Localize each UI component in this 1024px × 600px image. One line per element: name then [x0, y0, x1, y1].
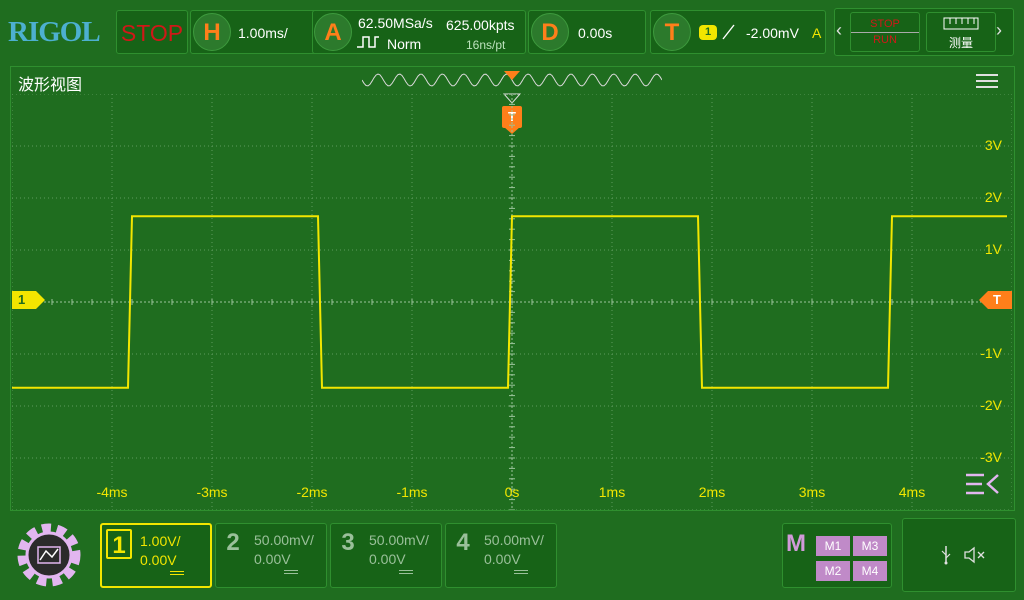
acquire-sample-interval: 16ns/pt	[466, 38, 506, 52]
channel-offset: 0.00V	[369, 551, 406, 567]
trigger-rising-edge-icon	[722, 24, 735, 40]
dc-coupling-icon	[514, 570, 528, 576]
channel-number: 1	[106, 529, 132, 559]
channel-offset: 0.00V	[484, 551, 521, 567]
x-tick-label: -4ms	[96, 484, 128, 500]
horizontal-key[interactable]: H	[193, 13, 231, 51]
x-tick-label: 2ms	[698, 484, 726, 500]
rigol-logo: RIGOL	[8, 16, 101, 48]
channel-scale: 50.00mV/	[484, 532, 544, 548]
trigger-sweep: A	[812, 25, 822, 41]
ch1-offset-marker[interactable]: 1	[12, 291, 46, 309]
y-tick-label: -2V	[980, 397, 1002, 413]
channel-2-box[interactable]: 2 50.00mV/0.00V	[215, 523, 327, 588]
channel-scale: 50.00mV/	[254, 532, 314, 548]
horizontal-scale: 1.00ms/	[238, 25, 288, 41]
menu-icon[interactable]	[976, 74, 998, 92]
channel-3-box[interactable]: 3 50.00mV/0.00V	[330, 523, 442, 588]
channel-offset: 0.00V	[140, 552, 177, 568]
x-tick-label: -3ms	[196, 484, 228, 500]
trigger-level-marker[interactable]: T	[978, 291, 1012, 309]
y-tick-label: 2V	[984, 189, 1002, 205]
y-tick-label: -1V	[980, 345, 1002, 361]
waveform-plot[interactable]	[12, 94, 1012, 510]
channel-1-box[interactable]: 1 1.00V/0.00V	[100, 523, 212, 588]
stop-run-button[interactable]: STOP RUN	[850, 12, 920, 52]
dc-coupling-icon	[284, 570, 298, 576]
x-tick-label: 4ms	[898, 484, 926, 500]
math-m4-button[interactable]: M4	[853, 561, 887, 581]
delay-key[interactable]: D	[531, 13, 569, 51]
run-label: RUN	[851, 32, 919, 48]
run-state-indicator[interactable]: STOP	[116, 10, 188, 54]
channel-scale: 1.00V/	[140, 533, 181, 549]
channel-4-box[interactable]: 4 50.00mV/0.00V	[445, 523, 557, 588]
math-label: M	[786, 530, 806, 557]
math-m3-button[interactable]: M3	[853, 536, 887, 556]
trigger-level: -2.00mV	[746, 25, 799, 41]
chevron-right-icon[interactable]: ›	[996, 20, 1002, 41]
measure-label: 测量	[948, 36, 973, 50]
trigger-marker-label: T	[993, 292, 1001, 307]
channel-offset: 0.00V	[254, 551, 291, 567]
settings-gear-icon[interactable]	[8, 516, 90, 594]
ruler-icon	[943, 17, 979, 30]
y-tick-label: -3V	[980, 449, 1002, 465]
y-tick-label: 3V	[984, 137, 1002, 153]
math-m2-button[interactable]: M2	[816, 561, 850, 581]
x-tick-label: 1ms	[598, 484, 626, 500]
x-tick-label: -2ms	[296, 484, 328, 500]
stop-label: STOP	[870, 18, 900, 30]
collapse-panel-icon[interactable]	[964, 472, 1000, 496]
dc-coupling-icon	[399, 570, 413, 576]
ch1-marker-label: 1	[18, 292, 26, 307]
x-tick-label: -1ms	[396, 484, 428, 500]
acquire-memory-depth: 625.00kpts	[446, 17, 515, 33]
acquire-key[interactable]: A	[314, 13, 352, 51]
channel-number: 2	[226, 529, 240, 556]
waveform-view-title: 波形视图	[18, 77, 83, 94]
channel-number: 4	[456, 529, 470, 556]
x-tick-label: 0s	[504, 484, 520, 500]
channel-number: 3	[341, 529, 355, 556]
math-m1-button[interactable]: M1	[816, 536, 850, 556]
delay-value: 0.00s	[578, 25, 613, 41]
trigger-key[interactable]: T	[653, 13, 691, 51]
acquire-sample-rate: 62.50MSa/s	[358, 15, 433, 31]
trigger-source-badge: 1	[699, 25, 717, 40]
chevron-left-icon[interactable]: ‹	[836, 20, 842, 41]
y-tick-label: 1V	[984, 241, 1002, 257]
usb-icon[interactable]	[940, 545, 952, 565]
acquire-waveform-icon	[357, 36, 379, 48]
measure-button[interactable]: 测量	[926, 12, 996, 52]
dc-coupling-icon	[170, 571, 184, 577]
speaker-muted-icon[interactable]	[964, 546, 986, 564]
x-tick-label: 3ms	[798, 484, 826, 500]
channel-scale: 50.00mV/	[369, 532, 429, 548]
system-status-panel	[902, 518, 1016, 592]
acquire-mode: Norm	[387, 36, 422, 52]
